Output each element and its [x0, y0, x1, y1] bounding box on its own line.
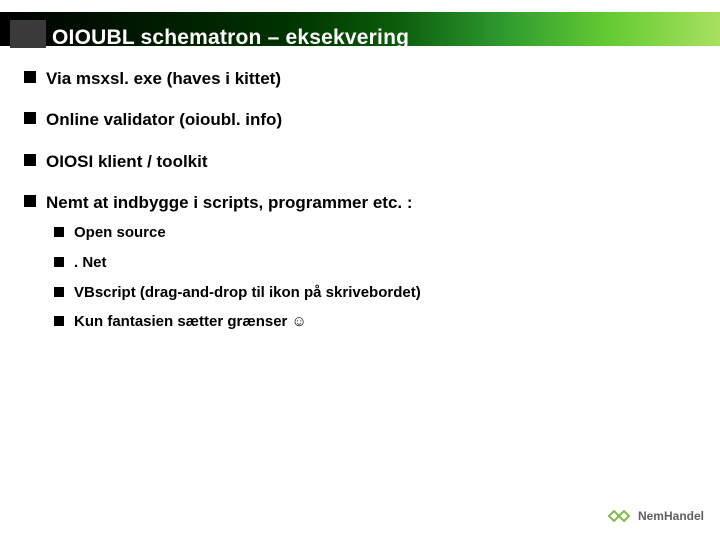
sub-bullet-text: Kun fantasien sætter grænser ☺ [74, 313, 307, 330]
logo-box-icon [10, 20, 46, 48]
footer-brand: NemHandel [638, 510, 704, 522]
slide: OIOUBL schematron – eksekvering Via msxs… [0, 0, 720, 540]
sub-bullet-item: Open source [54, 224, 696, 243]
sub-bullet-text: VBscript (drag-and-drop til ikon på skri… [74, 284, 421, 301]
bullet-text: Via msxsl. exe (haves i kittet) [46, 69, 281, 88]
slide-title: OIOUBL schematron – eksekvering [52, 24, 409, 58]
bullet-list: Via msxsl. exe (haves i kittet) Online v… [24, 68, 696, 332]
bullet-item: Online validator (oioubl. info) [24, 109, 696, 130]
bullet-text: Nemt at indbygge i scripts, programmer e… [46, 193, 413, 212]
bullet-item: Nemt at indbygge i scripts, programmer e… [24, 192, 696, 332]
footer-brand-main: NemHandel [638, 509, 704, 523]
bullet-item: Via msxsl. exe (haves i kittet) [24, 68, 696, 89]
handshake-icon [606, 505, 632, 527]
sub-bullet-item: Kun fantasien sætter grænser ☺ [54, 313, 696, 332]
footer-logo: NemHandel [606, 502, 704, 530]
bullet-text: Online validator (oioubl. info) [46, 110, 282, 129]
bullet-item: OIOSI klient / toolkit [24, 151, 696, 172]
slide-content: Via msxsl. exe (haves i kittet) Online v… [24, 68, 696, 352]
sub-bullet-item: VBscript (drag-and-drop til ikon på skri… [54, 284, 696, 303]
bullet-text: OIOSI klient / toolkit [46, 152, 208, 171]
sub-bullet-text: Open source [74, 224, 166, 241]
sub-bullet-list: Open source . Net VBscript (drag-and-dro… [46, 224, 696, 332]
title-bar: OIOUBL schematron – eksekvering [0, 12, 720, 46]
sub-bullet-item: . Net [54, 254, 696, 273]
sub-bullet-text: . Net [74, 254, 107, 271]
